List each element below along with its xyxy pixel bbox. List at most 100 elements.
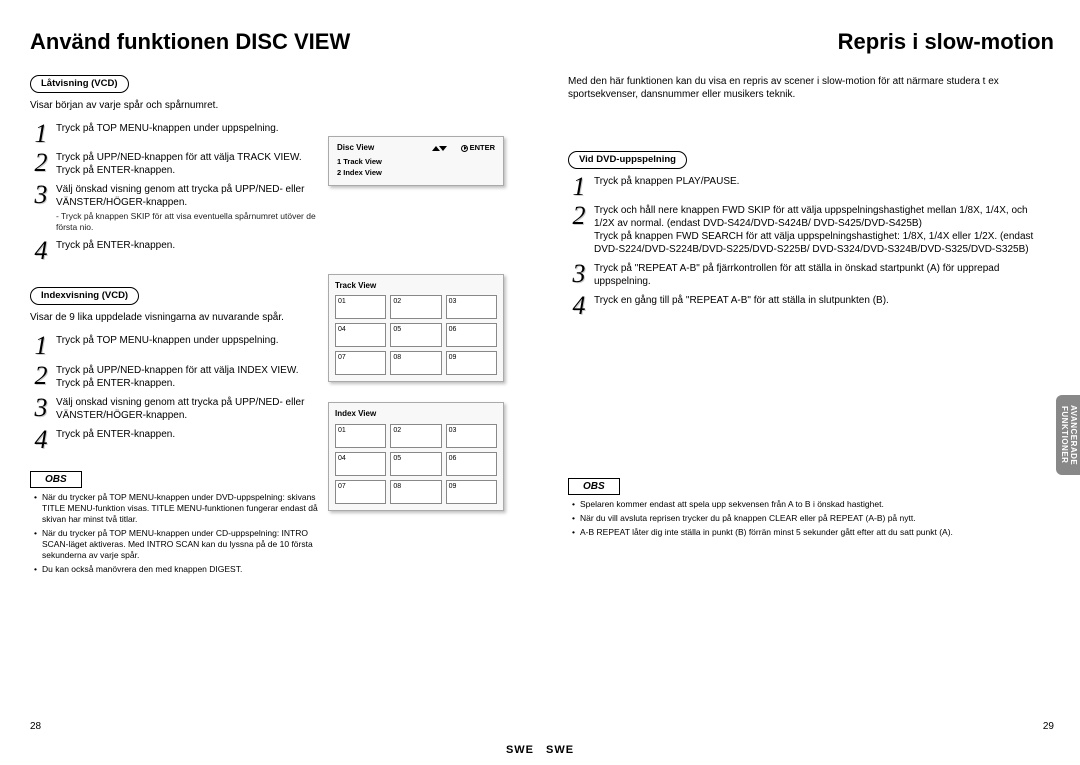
note-item: Spelaren kommer endast att spela upp sek…: [572, 499, 1054, 510]
enter-label: ENTER: [470, 143, 495, 153]
footer-language: SWE: [506, 743, 534, 757]
grid-cell: 03: [446, 295, 497, 319]
grid-cell: 06: [446, 323, 497, 347]
grid-cell: 01: [335, 295, 386, 319]
steps-list-right: 1 Tryck på knappen PLAY/PAUSE. 2 Tryck o…: [568, 175, 1038, 318]
notes-list: När du trycker på TOP MENU-knappen under…: [30, 492, 320, 575]
step: 3 Välj onskad visning genom att trycka p…: [30, 396, 320, 422]
step-number: 4: [568, 294, 590, 317]
step-number: 2: [568, 204, 590, 227]
note-item: Du kan också manövrera den med knappen D…: [34, 564, 320, 575]
obs-label: OBS: [30, 471, 82, 488]
step: 4 Tryck på ENTER-knappen.: [30, 239, 320, 262]
index-view-panel: Index View 01 02 03 04 05 06 07 08 09: [328, 402, 504, 510]
panel-title: Index View: [335, 409, 497, 419]
enter-icon: ENTER: [461, 143, 495, 153]
step-text: Tryck på ENTER-knappen.: [56, 239, 320, 252]
step: 3 Tryck på "REPEAT A-B" på fjärrkontroll…: [568, 262, 1038, 288]
step-text: Tryck på knappen PLAY/PAUSE.: [594, 175, 1038, 188]
note-item: A-B REPEAT låter dig inte ställa in punk…: [572, 527, 1054, 538]
grid-cell: 04: [335, 452, 386, 476]
osd-menu-list: 1 Track View 2 Index View: [337, 157, 495, 178]
page-number: 29: [1043, 720, 1054, 733]
note-item: När du vill avsluta reprisen trycker du …: [572, 513, 1054, 524]
obs-label: OBS: [568, 478, 620, 495]
grid-cell: 07: [335, 480, 386, 504]
grid-cell: 05: [390, 452, 441, 476]
note-item: När du trycker på TOP MENU-knappen under…: [34, 528, 320, 561]
steps-list-1: 1 Tryck på TOP MENU-knappen under uppspe…: [30, 122, 320, 263]
step-text: Tryck på UPP/NED-knappen för att välja T…: [56, 151, 320, 177]
step-main-text: Välj önskad visning genom att trycka på …: [56, 184, 304, 208]
grid-cell: 04: [335, 323, 386, 347]
track-view-panel: Track View 01 02 03 04 05 06 07 08 09: [328, 274, 504, 382]
step: 1 Tryck på TOP MENU-knappen under uppspe…: [30, 334, 320, 357]
grid-cell: 09: [446, 480, 497, 504]
step: 4 Tryck på ENTER-knappen.: [30, 428, 320, 451]
grid-cell: 07: [335, 351, 386, 375]
osd-disc-view-panel: Disc View ENTER 1 Track View 2 Index Vie…: [328, 136, 504, 186]
grid-cell: 08: [390, 351, 441, 375]
step-text: Välj önskad visning genom att trycka på …: [56, 183, 320, 233]
figure-column: Disc View ENTER 1 Track View 2 Index Vie…: [328, 136, 504, 531]
updown-icon: [432, 146, 447, 151]
page-left: Använd funktionen DISC VIEW Låtvisning (…: [0, 0, 540, 765]
grid-cell: 01: [335, 424, 386, 448]
step-text: Tryck på TOP MENU-knappen under uppspeln…: [56, 122, 320, 135]
step-number: 1: [568, 175, 590, 198]
step: 2 Tryck på UPP/NED-knappen för att välja…: [30, 151, 320, 177]
grid-cell: 06: [446, 452, 497, 476]
osd-menu-item: 2 Index View: [337, 168, 495, 178]
step-text: Tryck en gång till på "REPEAT A-B" för a…: [594, 294, 1038, 307]
step-number: 2: [30, 364, 52, 387]
section-heading-latvisning: Låtvisning (VCD): [30, 75, 129, 93]
step-number: 2: [30, 151, 52, 174]
step-text: Välj onskad visning genom att trycka på …: [56, 396, 320, 422]
step-text: Tryck och håll nere knappen FWD SKIP för…: [594, 204, 1038, 256]
grid-cell: 02: [390, 295, 441, 319]
step: 2 Tryck på UPP/NED-knappen för att välja…: [30, 364, 320, 390]
section-heading-dvd: Vid DVD-uppspelning: [568, 151, 687, 169]
page-title-left: Använd funktionen DISC VIEW: [30, 28, 518, 57]
section-intro: Visar de 9 lika uppdelade visningarna av…: [30, 311, 320, 324]
page-intro-right: Med den här funktionen kan du visa en re…: [568, 75, 1054, 101]
step-number: 4: [30, 239, 52, 262]
left-column: Låtvisning (VCD) Visar början av varje s…: [30, 75, 320, 576]
step: 1 Tryck på TOP MENU-knappen under uppspe…: [30, 122, 320, 145]
section-intro: Visar början av varje spår och spårnumre…: [30, 99, 320, 112]
step-number: 1: [30, 334, 52, 357]
page-title-right: Repris i slow-motion: [568, 28, 1054, 57]
section-heading-indexvisning: Indexvisning (VCD): [30, 287, 139, 305]
page-number: 28: [30, 720, 41, 733]
notes-list-right: Spelaren kommer endast att spela upp sek…: [568, 499, 1054, 538]
step-text: Tryck på "REPEAT A-B" på fjärrkontrollen…: [594, 262, 1038, 288]
step-text: Tryck på UPP/NED-knappen för att välja I…: [56, 364, 320, 390]
page-right: Repris i slow-motion Med den här funktio…: [540, 0, 1080, 765]
step: 2 Tryck och håll nere knappen FWD SKIP f…: [568, 204, 1038, 256]
step: 3 Välj önskad visning genom att trycka p…: [30, 183, 320, 233]
step-subnote: - Tryck på knappen SKIP för att visa eve…: [56, 211, 320, 233]
step-number: 3: [30, 183, 52, 206]
step-number: 3: [30, 396, 52, 419]
step: 4 Tryck en gång till på "REPEAT A-B" för…: [568, 294, 1038, 317]
grid-cell: 02: [390, 424, 441, 448]
step-text: Tryck på ENTER-knappen.: [56, 428, 320, 441]
side-tab-advanced: AVANCERADE FUNKTIONER: [1056, 395, 1080, 475]
panel-title: Track View: [335, 281, 497, 291]
track-grid: 01 02 03 04 05 06 07 08 09: [335, 295, 497, 375]
step-number: 3: [568, 262, 590, 285]
grid-cell: 03: [446, 424, 497, 448]
osd-menu-item: 1 Track View: [337, 157, 495, 167]
note-item: När du trycker på TOP MENU-knappen under…: [34, 492, 320, 525]
footer-language: SWE: [546, 743, 1074, 757]
osd-title: Disc View: [337, 143, 374, 153]
step-number: 4: [30, 428, 52, 451]
step: 1 Tryck på knappen PLAY/PAUSE.: [568, 175, 1038, 198]
index-grid: 01 02 03 04 05 06 07 08 09: [335, 424, 497, 504]
grid-cell: 09: [446, 351, 497, 375]
step-number: 1: [30, 122, 52, 145]
step-text: Tryck på TOP MENU-knappen under uppspeln…: [56, 334, 320, 347]
grid-cell: 05: [390, 323, 441, 347]
steps-list-2: 1 Tryck på TOP MENU-knappen under uppspe…: [30, 334, 320, 451]
grid-cell: 08: [390, 480, 441, 504]
